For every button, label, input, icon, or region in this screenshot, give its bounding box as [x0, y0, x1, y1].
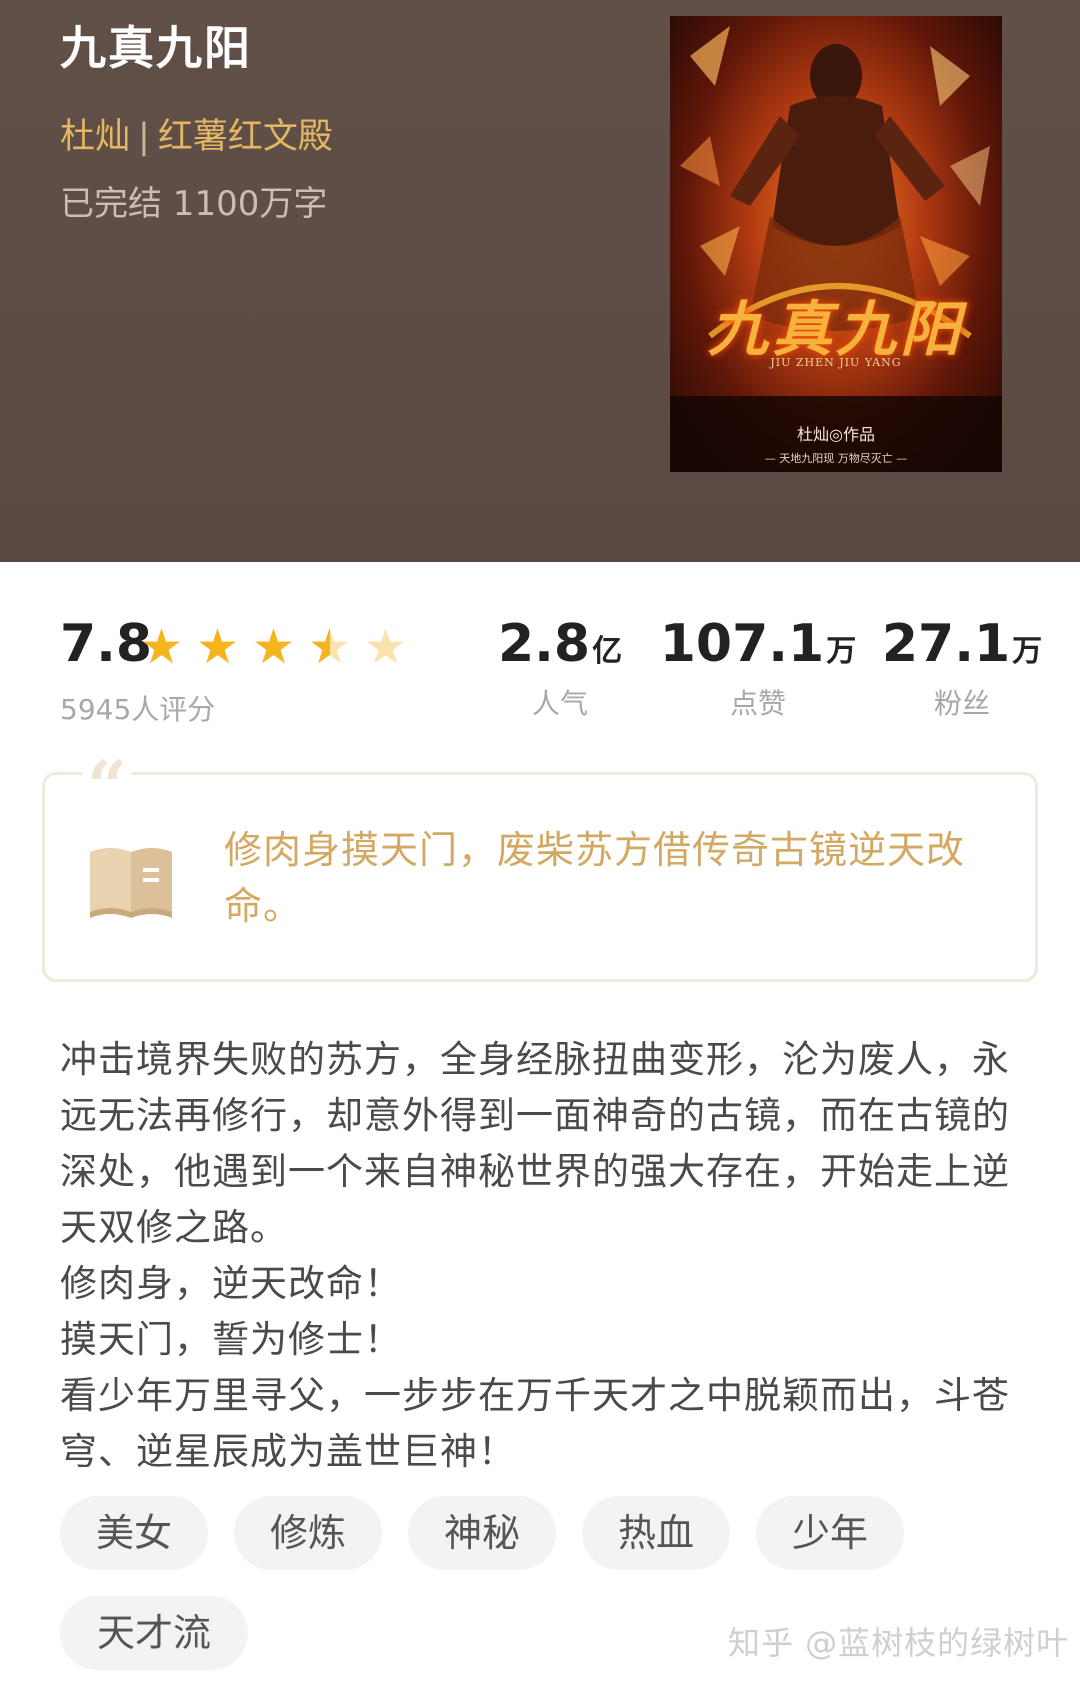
tag-chip[interactable]: 神秘: [408, 1496, 556, 1570]
stat-unit: 万: [1012, 634, 1043, 669]
watermark: 知乎 @蓝树枝的绿树叶: [728, 1624, 1070, 1662]
star-icon: ★: [364, 619, 408, 675]
cover-tagline: — 天地九阳现 万物尽灭亡 —: [764, 452, 908, 465]
rating-stars: ★ ★ ★ ★ ★ ★ ★ ★ ★: [140, 622, 430, 672]
tag-chip[interactable]: 热血: [582, 1496, 730, 1570]
book-cover[interactable]: 九真九阳 JIU ZHEN JIU YANG 杜灿◎作品 — 天地九阳现 万物尽…: [670, 16, 1002, 472]
stat-likes: 107.1万 点赞: [658, 614, 858, 722]
description-line: 摸天门，誓为修士！: [60, 1318, 402, 1361]
stat-value: 2.8: [497, 614, 591, 674]
cover-title-art: 九真九阳: [708, 295, 964, 365]
book-header: 九真九阳 杜灿 | 红薯红文殿 已完结 1100万字 九真九阳 JIU ZHEN J…: [0, 0, 1080, 562]
stat-unit: 亿: [592, 634, 623, 669]
book-title: 九真九阳: [60, 21, 252, 75]
publisher-link[interactable]: 红薯红文殿: [158, 117, 333, 157]
book-description: 冲击境界失败的苏方，全身经脉扭曲变形，沦为废人，永远无法再修行，却意外得到一面神…: [60, 1032, 1020, 1480]
star-icon: ★ ★: [196, 619, 240, 675]
rating-score: 7.8: [60, 614, 153, 674]
star-icon: ★ ★: [308, 619, 352, 675]
quote-mark-icon: “: [82, 752, 132, 822]
stat-fans: 27.1万 粉丝: [862, 614, 1062, 722]
tag-chip[interactable]: 修炼: [234, 1496, 382, 1570]
open-book-icon: [86, 838, 176, 920]
tag-chip[interactable]: 天才流: [60, 1596, 248, 1670]
stat-label: 点赞: [729, 687, 786, 720]
summary-quote-text: 修肉身摸天门，废柴苏方借传奇古镜逆天改命。: [224, 828, 966, 928]
tag-chip[interactable]: 少年: [756, 1496, 904, 1570]
stat-label: 人气: [531, 687, 588, 720]
star-icon: ★ ★: [252, 619, 296, 675]
tag-chip[interactable]: 美女: [60, 1496, 208, 1570]
author-separator: |: [138, 117, 150, 157]
cover-subtitle: JIU ZHEN JIU YANG: [770, 356, 902, 369]
author-line: 杜灿 | 红薯红文殿: [60, 108, 333, 159]
cover-art: [670, 26, 1002, 472]
stat-label: 粉丝: [933, 687, 990, 720]
author-link[interactable]: 杜灿: [60, 117, 130, 157]
stat-popularity: 2.8亿 人气: [460, 614, 660, 722]
stat-value: 27.1: [881, 614, 1011, 674]
description-line: 看少年万里寻父，一步步在万千天才之中脱颖而出，斗苍穹、逆星辰成为盖世巨神！: [60, 1374, 1010, 1473]
rating-count: 5945人评分: [60, 693, 216, 726]
description-line: 修肉身，逆天改命！: [60, 1262, 402, 1305]
stat-unit: 万: [826, 634, 857, 669]
stat-value: 107.1: [659, 614, 825, 674]
cover-author-credit: 杜灿◎作品: [797, 425, 875, 444]
stats-row: 7.8 ★ ★ ★ ★ ★ ★ ★ ★ ★ 5945人评分 2.8亿 人气 107.1万 点赞 …: [0, 614, 1080, 734]
description-line: 冲击境界失败的苏方，全身经脉扭曲变形，沦为废人，永远无法再修行，却意外得到一面神…: [60, 1038, 1010, 1249]
book-status: 已完结 1100万字: [60, 184, 328, 224]
star-icon: ★ ★: [140, 619, 184, 675]
